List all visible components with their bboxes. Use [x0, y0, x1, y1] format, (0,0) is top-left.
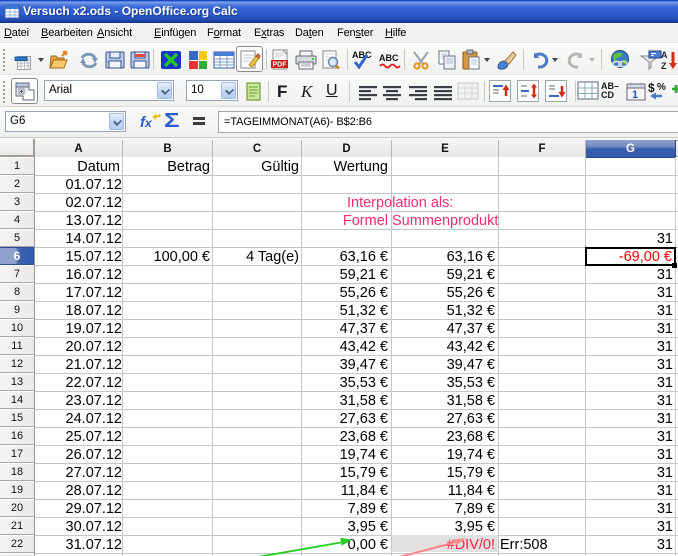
svg-text:$: $ [648, 81, 655, 95]
svg-text:Z: Z [661, 61, 667, 71]
svg-text:1: 1 [632, 89, 638, 101]
svg-text:ABC: ABC [352, 50, 372, 60]
svg-text:A: A [661, 50, 668, 60]
svg-text:%: % [657, 82, 666, 93]
svg-text:PDF: PDF [273, 62, 288, 69]
svg-text:ABC: ABC [379, 53, 399, 63]
